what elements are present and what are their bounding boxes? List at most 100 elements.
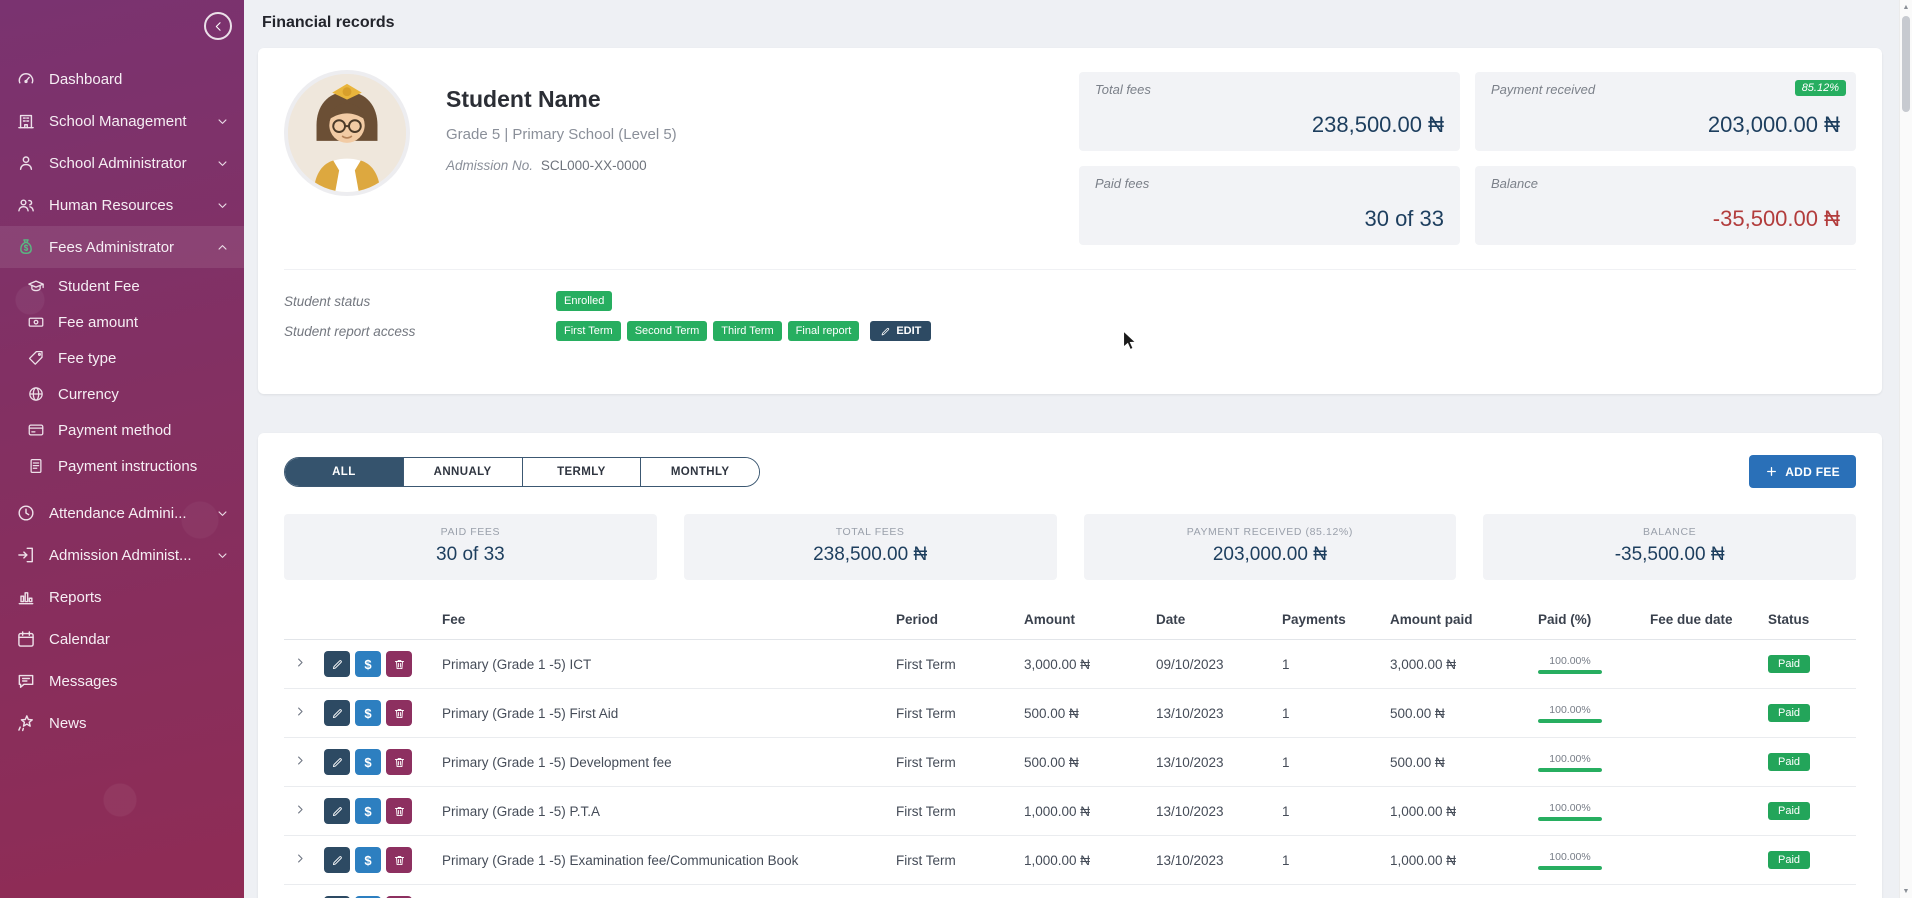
sidebar-item-news[interactable]: News bbox=[0, 702, 244, 744]
scrollbar-thumb[interactable] bbox=[1902, 16, 1910, 112]
status-cell: Paid bbox=[1762, 787, 1856, 836]
sidebar-item-fee-type[interactable]: Fee type bbox=[0, 340, 244, 376]
sidebar-item-admission-administration[interactable]: Admission Administ... bbox=[0, 534, 244, 576]
column-header: Fee due date bbox=[1644, 602, 1762, 640]
total-fees-value: 238,500.00 ₦ bbox=[1095, 112, 1444, 138]
sidebar-item-human-resources[interactable]: Human Resources bbox=[0, 184, 244, 226]
amount-paid-cell: 3,000.00 ₦ bbox=[1384, 640, 1532, 689]
period-tab-group: ALL ANNUALY TERMLY MONTHLY bbox=[284, 457, 760, 487]
edit-button-label: EDIT bbox=[896, 325, 921, 337]
delete-fee-button[interactable] bbox=[386, 798, 412, 824]
tab-all[interactable]: ALL bbox=[285, 458, 403, 486]
paid-fees-box: Paid fees 30 of 33 bbox=[1079, 166, 1460, 245]
sidebar-item-label: Fee amount bbox=[58, 314, 138, 331]
trash-icon bbox=[393, 805, 406, 818]
summary-box-value: -35,500.00 ₦ bbox=[1491, 544, 1848, 566]
scroll-up-arrow[interactable]: ▲ bbox=[1900, 0, 1912, 14]
expand-row-button[interactable] bbox=[290, 801, 310, 821]
column-header: Paid (%) bbox=[1532, 602, 1644, 640]
sidebar-item-payment-method[interactable]: Payment method bbox=[0, 412, 244, 448]
summary-box-label: TOTAL FEES bbox=[692, 526, 1049, 538]
sidebar-item-payment-instructions[interactable]: Payment instructions bbox=[0, 448, 244, 484]
column-header: Period bbox=[890, 602, 1018, 640]
paid-progress-bar bbox=[1538, 866, 1602, 870]
report-access-row: Student report access First TermSecond T… bbox=[284, 320, 1856, 342]
status-cell: Paid bbox=[1762, 640, 1856, 689]
delete-fee-button[interactable] bbox=[386, 847, 412, 873]
status-badge: Paid bbox=[1768, 851, 1810, 869]
sidebar-item-label: Payment instructions bbox=[58, 458, 197, 475]
tag-icon bbox=[27, 349, 45, 367]
edit-fee-button[interactable] bbox=[324, 847, 350, 873]
date-cell: 09/10/2023 bbox=[1150, 640, 1276, 689]
paid-percent-label: 100.00% bbox=[1538, 753, 1602, 765]
sidebar-item-dashboard[interactable]: Dashboard bbox=[0, 58, 244, 100]
expand-row-button[interactable] bbox=[290, 850, 310, 870]
chevron-down-icon bbox=[215, 114, 230, 129]
balance-label: Balance bbox=[1491, 176, 1840, 191]
record-payment-button[interactable]: $ bbox=[355, 847, 381, 873]
bar-chart-icon bbox=[16, 587, 36, 607]
total-fees-box: Total fees 238,500.00 ₦ bbox=[1079, 72, 1460, 151]
row-actions: $ bbox=[324, 749, 430, 775]
sidebar-item-label: News bbox=[49, 715, 87, 732]
expand-row-button[interactable] bbox=[290, 752, 310, 772]
delete-fee-button[interactable] bbox=[386, 651, 412, 677]
sidebar-item-reports[interactable]: Reports bbox=[0, 576, 244, 618]
date-cell: 13/10/2023 bbox=[1150, 738, 1276, 787]
edit-fee-button[interactable] bbox=[324, 798, 350, 824]
sidebar-item-calendar[interactable]: Calendar bbox=[0, 618, 244, 660]
fee-due-date-cell bbox=[1644, 640, 1762, 689]
sidebar-item-attendance-administration[interactable]: Attendance Admini... bbox=[0, 492, 244, 534]
delete-fee-button[interactable] bbox=[386, 749, 412, 775]
sidebar-item-currency[interactable]: Currency bbox=[0, 376, 244, 412]
edit-fee-button[interactable] bbox=[324, 651, 350, 677]
record-payment-button[interactable]: $ bbox=[355, 798, 381, 824]
amount-cell: 1,000.00 ₦ bbox=[1018, 836, 1150, 885]
sidebar-item-student-fee[interactable]: Student Fee bbox=[0, 268, 244, 304]
delete-fee-button[interactable] bbox=[386, 700, 412, 726]
edit-report-access-button[interactable]: EDIT bbox=[870, 321, 931, 341]
sidebar-item-label: Currency bbox=[58, 386, 119, 403]
tab-termly[interactable]: TERMLY bbox=[522, 458, 641, 486]
sidebar-item-messages[interactable]: Messages bbox=[0, 660, 244, 702]
chevron-right-icon bbox=[293, 655, 308, 670]
fee-due-date-cell bbox=[1644, 787, 1762, 836]
record-payment-button[interactable]: $ bbox=[355, 749, 381, 775]
add-fee-button[interactable]: ADD FEE bbox=[1749, 455, 1856, 488]
sidebar-collapse-button[interactable] bbox=[204, 12, 232, 40]
summary-box: PAYMENT RECEIVED (85.12%) 203,000.00 ₦ bbox=[1084, 514, 1457, 580]
report-term-badge: First Term bbox=[556, 321, 621, 341]
tab-annualy[interactable]: ANNUALY bbox=[403, 458, 522, 486]
sidebar-item-fee-amount[interactable]: Fee amount bbox=[0, 304, 244, 340]
row-actions: $ bbox=[324, 700, 430, 726]
sidebar-item-fees-administrator[interactable]: Fees Administrator bbox=[0, 226, 244, 268]
payment-received-label: Payment received bbox=[1491, 82, 1840, 97]
pencil-icon bbox=[880, 326, 891, 337]
plus-icon bbox=[1765, 465, 1778, 478]
edit-fee-button[interactable] bbox=[324, 700, 350, 726]
period-cell: First Term bbox=[890, 836, 1018, 885]
sidebar-item-label: Dashboard bbox=[49, 71, 122, 88]
scroll-down-arrow[interactable]: ▼ bbox=[1900, 884, 1912, 898]
dollar-icon: $ bbox=[364, 657, 371, 672]
sidebar-item-school-management[interactable]: School Management bbox=[0, 100, 244, 142]
pencil-icon bbox=[331, 756, 344, 769]
paid-progress: 100.00% bbox=[1538, 704, 1602, 723]
vertical-scrollbar[interactable]: ▲ ▼ bbox=[1899, 0, 1912, 898]
paid-fees-label: Paid fees bbox=[1095, 176, 1444, 191]
fees-summary-row: PAID FEES 30 of 33 TOTAL FEES 238,500.00… bbox=[284, 514, 1856, 580]
balance-box: Balance -35,500.00 ₦ bbox=[1475, 166, 1856, 245]
edit-fee-button[interactable] bbox=[324, 749, 350, 775]
column-header: Payments bbox=[1276, 602, 1384, 640]
record-payment-button[interactable]: $ bbox=[355, 700, 381, 726]
expand-row-button[interactable] bbox=[290, 654, 310, 674]
actions-column-header bbox=[318, 602, 436, 640]
date-cell: 13/10/2023 bbox=[1150, 836, 1276, 885]
tab-monthly[interactable]: MONTHLY bbox=[640, 458, 759, 486]
fee-name-cell: Primary (Grade 1 -5) Lesson Fees bbox=[436, 885, 890, 898]
record-payment-button[interactable]: $ bbox=[355, 651, 381, 677]
expand-row-button[interactable] bbox=[290, 703, 310, 723]
sidebar-item-school-administrator[interactable]: School Administrator bbox=[0, 142, 244, 184]
chevron-down-icon bbox=[215, 548, 230, 563]
